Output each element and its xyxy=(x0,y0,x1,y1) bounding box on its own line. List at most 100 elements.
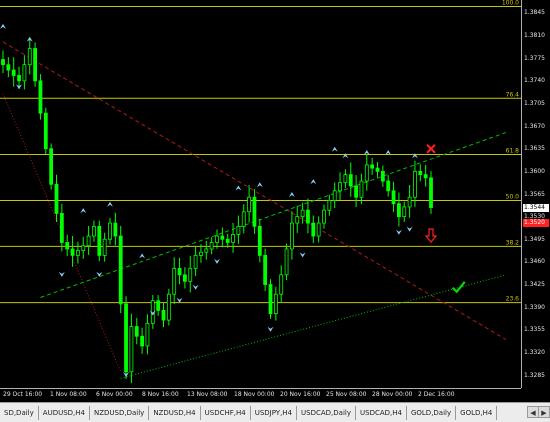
candle-body xyxy=(327,200,332,211)
chart-tab[interactable]: USDJPY,H4 xyxy=(251,405,298,420)
candle-body xyxy=(22,64,27,82)
candle-body xyxy=(177,267,182,276)
candle-body xyxy=(300,209,305,218)
candle-body xyxy=(17,75,21,82)
candle-body xyxy=(49,148,54,185)
price-tick-label: 1.3600 xyxy=(524,167,545,175)
candle-body xyxy=(134,326,139,337)
candle-body xyxy=(172,267,177,295)
candle-body xyxy=(348,174,353,187)
fractal-down-icon xyxy=(299,252,306,258)
trading-chart-window: 100.076.461.850.038.223.60.0 1.38451.381… xyxy=(0,0,550,422)
fractal-down-icon xyxy=(176,297,183,303)
candle-body xyxy=(145,322,150,347)
chart-tab[interactable]: NZDUSD,Daily xyxy=(90,405,150,420)
candle-body xyxy=(423,174,428,179)
time-tick-label: 1 Nov 08:00 xyxy=(50,391,87,398)
price-tick-label: 1.3460 xyxy=(524,258,545,266)
fib-level-label: 61.8 xyxy=(506,148,520,155)
chart-tab[interactable]: USDCAD,H4 xyxy=(356,405,407,420)
candle-body xyxy=(59,212,64,243)
price-tick-label: 1.3425 xyxy=(524,281,545,289)
price-tick-label: 1.3355 xyxy=(524,326,545,334)
candle-body xyxy=(268,284,273,315)
trendline xyxy=(40,132,507,298)
candle-body xyxy=(429,177,433,208)
candle-body xyxy=(27,48,32,66)
chart-tab[interactable]: SD,Daily xyxy=(0,405,39,420)
candle-body xyxy=(97,225,102,256)
price-tick-label: 1.3845 xyxy=(524,9,545,17)
candle-body xyxy=(391,190,396,205)
fractal-down-icon xyxy=(214,258,220,264)
candle-body xyxy=(332,190,337,201)
fractal-up-icon xyxy=(342,153,349,159)
candle-body xyxy=(380,170,385,182)
candle-body xyxy=(215,235,219,243)
candle-body xyxy=(6,64,11,71)
candle-body xyxy=(108,222,112,240)
time-tick-label: 25 Nov 08:00 xyxy=(326,391,367,398)
candle-body xyxy=(70,248,75,256)
candle-body xyxy=(199,251,203,256)
fractal-up-icon xyxy=(256,182,263,188)
fractal-up-icon xyxy=(310,179,317,185)
chart-tab-list: SD,Daily AUDUSD,H4 NZDUSD,Daily NZDUSD,H4 US… xyxy=(0,403,498,422)
price-axis[interactable]: 1.3845 1.3810 1.3775 1.3740 1.3705 1.3670 1.36… xyxy=(521,0,550,388)
candle-body xyxy=(118,235,123,305)
candle-body xyxy=(407,196,412,208)
candle-body xyxy=(11,69,16,76)
time-tick-label: 18 Nov 00:00 xyxy=(234,391,275,398)
candle-body xyxy=(252,196,257,227)
fib-level-label: 23.6 xyxy=(506,296,520,303)
candle-body xyxy=(81,245,86,251)
candle-body xyxy=(343,174,348,184)
price-tick-label: 1.3635 xyxy=(524,145,545,153)
fractal-up-icon xyxy=(139,253,146,259)
candle-body xyxy=(209,242,214,250)
price-tick-label: 1.3565 xyxy=(524,190,545,198)
candle-body xyxy=(316,222,321,237)
red-cross-icon xyxy=(426,144,436,154)
time-tick-label: 8 Nov 16:00 xyxy=(142,391,179,398)
candle-body xyxy=(33,48,37,82)
fractal-down-icon xyxy=(192,284,199,290)
candle-body xyxy=(236,225,241,235)
candle-body xyxy=(418,170,423,176)
chart-tab[interactable]: GOLD,H4 xyxy=(456,405,498,420)
time-tick-label: 29 Oct 16:00 xyxy=(3,391,43,398)
candle-body xyxy=(289,222,294,250)
candle-body xyxy=(370,164,375,169)
tab-scroll-right-icon[interactable]: ▶ xyxy=(538,406,550,418)
chart-tab[interactable]: GOLD,Daily xyxy=(407,405,457,420)
candle-body xyxy=(193,255,198,269)
candle-body xyxy=(263,255,268,285)
fractal-up-icon xyxy=(0,23,6,29)
chart-tab[interactable]: NZDUSD,H4 xyxy=(149,405,201,420)
chart-tab[interactable]: USDCAD,Daily xyxy=(297,405,356,420)
candle-body xyxy=(247,196,252,213)
candle-body xyxy=(102,238,107,256)
current-price-marker: 1.3544 xyxy=(523,203,549,212)
candle-body xyxy=(311,222,316,237)
candle-body xyxy=(124,303,128,373)
price-tick-label: 1.3285 xyxy=(524,371,545,379)
fractal-down-icon xyxy=(58,271,65,277)
candle-body xyxy=(188,267,193,282)
candle-body xyxy=(76,250,80,256)
trendline xyxy=(120,274,507,379)
price-tick-label: 1.3810 xyxy=(524,32,545,40)
candle-body xyxy=(231,234,235,243)
chart-tab[interactable]: USDCHF,H4 xyxy=(201,405,251,420)
candle-body xyxy=(284,248,289,276)
candle-body xyxy=(1,59,5,66)
chart-tab[interactable]: AUDUSD,H4 xyxy=(39,405,90,420)
candle-body xyxy=(241,211,246,227)
price-tick-label: 1.3670 xyxy=(524,122,545,130)
candle-body xyxy=(140,335,145,347)
price-chart[interactable]: 100.076.461.850.038.223.60.0 xyxy=(0,0,521,388)
fib-level-label: 76.4 xyxy=(506,91,520,98)
chart-tab-bar: SD,Daily AUDUSD,H4 NZDUSD,Daily NZDUSD,H4 US… xyxy=(0,402,550,422)
fib-level-label: 100.0 xyxy=(502,0,519,6)
candle-body xyxy=(113,222,118,237)
